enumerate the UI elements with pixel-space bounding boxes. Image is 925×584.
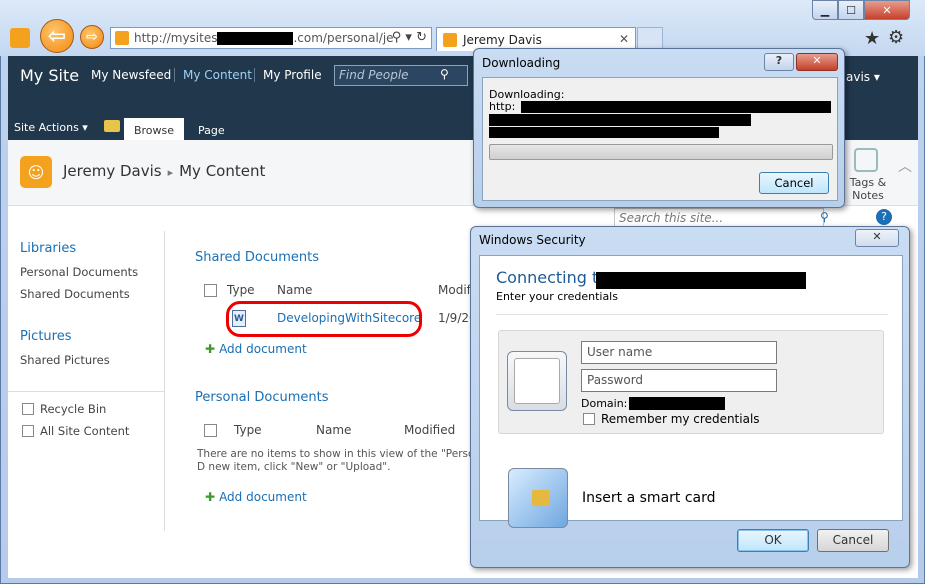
smart-card-label[interactable]: Insert a smart card (582, 490, 716, 506)
add-document-label: Add document (219, 342, 307, 356)
add-document-label: Add document (219, 490, 307, 504)
site-title[interactable]: My Site (20, 66, 79, 85)
breadcrumb-root[interactable]: Jeremy Davis (63, 162, 162, 180)
red-highlight-annotation (226, 301, 422, 337)
redacted-server (596, 272, 806, 289)
address-suffix: .com/personal/je (293, 31, 394, 45)
smart-card-chip-icon (532, 490, 550, 506)
help-button[interactable]: ? (764, 53, 794, 71)
add-document-link-shared[interactable]: ✚ Add document (205, 342, 307, 356)
user-menu[interactable]: avis ▾ (846, 70, 880, 84)
tab-browse[interactable]: Browse (124, 118, 184, 142)
back-button[interactable]: ⇦ (40, 19, 74, 53)
sidebar-item-shared-pictures[interactable]: Shared Pictures (20, 353, 110, 367)
sidebar-pictures-heading[interactable]: Pictures (20, 329, 71, 344)
forward-button[interactable]: ⇨ (80, 25, 104, 49)
credentials-subtitle: Enter your credentials (496, 290, 618, 303)
select-all-checkbox-personal[interactable] (204, 424, 217, 437)
column-modified[interactable]: Modifi (438, 283, 474, 297)
breadcrumb-separator-icon: ▸ (167, 166, 174, 179)
favorites-star-icon[interactable]: ★ (864, 28, 880, 49)
nav-my-content[interactable]: My Content (174, 68, 252, 82)
tags-notes-button[interactable]: Tags & Notes (842, 176, 894, 202)
nav-my-newsfeed[interactable]: My Newsfeed (91, 68, 171, 82)
nav-my-profile[interactable]: My Profile (254, 68, 322, 82)
plus-icon: ✚ (205, 342, 216, 356)
redacted-url (489, 114, 751, 126)
separator (496, 314, 888, 315)
site-search-icon[interactable]: ⚲ (820, 210, 829, 224)
ok-button[interactable]: OK (737, 529, 809, 552)
empty-list-message: There are no items to show in this view … (197, 448, 491, 473)
sidebar-item-all-site-content[interactable]: All Site Content (40, 424, 129, 438)
cancel-button[interactable]: Cancel (817, 529, 889, 552)
downloading-dialog: Downloading ? ✕ Downloading: http: Cance… (473, 48, 845, 208)
navigate-up-icon[interactable] (104, 120, 120, 132)
password-field[interactable]: Password (581, 369, 777, 392)
column-type[interactable]: Type (227, 283, 255, 297)
add-document-link-personal[interactable]: ✚ Add document (205, 490, 307, 504)
dialog-title: Windows Security (479, 233, 586, 247)
close-button[interactable]: ✕ (796, 53, 838, 71)
search-refresh-icons[interactable]: ⚲ ▾ ↻ (392, 30, 427, 45)
tools-gear-icon[interactable]: ⚙ (888, 27, 904, 48)
site-favicon-icon (115, 31, 129, 45)
scroll-up-icon[interactable]: ︿ (898, 156, 912, 176)
sharepoint-app-icon (10, 28, 30, 48)
sidebar-divider (8, 391, 165, 392)
credential-tile[interactable]: User name Password Domain: Remember my c… (498, 330, 884, 434)
recycle-bin-icon (22, 403, 34, 415)
redacted-domain (217, 31, 294, 45)
breadcrumb: Jeremy Davis ▸ My Content (63, 162, 265, 180)
site-actions-menu[interactable]: Site Actions ▾ (14, 121, 88, 134)
dialog-body: Downloading: http: Cancel (482, 77, 838, 201)
windows-security-dialog: Windows Security ✕ Connecting to Enter y… (470, 226, 910, 568)
remember-credentials-label[interactable]: Remember my credentials (601, 412, 760, 426)
window-controls: ▁ ☐ ✕ (812, 0, 920, 20)
maximize-button[interactable]: ☐ (838, 0, 864, 20)
dialog-title: Downloading (482, 56, 561, 70)
select-all-checkbox[interactable] (204, 284, 217, 297)
cancel-button[interactable]: Cancel (759, 172, 829, 194)
minimize-button[interactable]: ▁ (812, 0, 838, 20)
redacted-url (521, 101, 831, 113)
address-bar[interactable]: http://mysites .com/personal/je ⚲ ▾ ↻ (110, 27, 432, 49)
site-search-input[interactable]: Search this site... (614, 208, 824, 228)
dialog-body: Connecting to Enter your credentials Use… (479, 255, 903, 528)
find-people-search-icon[interactable]: ⚲ (440, 67, 449, 81)
help-icon[interactable]: ? (876, 209, 892, 225)
tab-page[interactable]: Page (198, 124, 225, 137)
address-prefix: http://mysites (134, 31, 218, 45)
redacted-url (489, 127, 719, 138)
breadcrumb-current: My Content (179, 162, 266, 180)
mysite-logo-icon: ☺ (20, 156, 52, 188)
user-tile-icon (507, 351, 567, 411)
column-modified-personal[interactable]: Modified (404, 423, 455, 437)
sidebar-item-personal-documents[interactable]: Personal Documents (20, 265, 138, 279)
column-name[interactable]: Name (277, 283, 312, 297)
remember-credentials-checkbox[interactable] (583, 413, 595, 425)
redacted-domain (629, 397, 725, 410)
column-name-personal[interactable]: Name (316, 423, 351, 437)
column-type-personal[interactable]: Type (234, 423, 262, 437)
domain-label: Domain: (581, 397, 628, 410)
sidebar-item-shared-documents[interactable]: Shared Documents (20, 287, 130, 301)
tags-notes-icon[interactable] (854, 148, 878, 172)
sidebar-libraries-heading[interactable]: Libraries (20, 241, 76, 256)
tab-favicon-icon (443, 32, 457, 47)
download-url-prefix: http: (489, 100, 516, 113)
tab-title: Jeremy Davis (463, 32, 542, 47)
plus-icon: ✚ (205, 490, 216, 504)
all-site-content-icon (22, 425, 34, 437)
username-field[interactable]: User name (581, 341, 777, 364)
tab-close-icon[interactable]: ✕ (619, 32, 629, 46)
user-tile-frame (514, 358, 560, 404)
close-button[interactable]: ✕ (855, 229, 899, 247)
close-window-button[interactable]: ✕ (864, 0, 910, 20)
shared-documents-title[interactable]: Shared Documents (195, 250, 319, 265)
sidebar-item-recycle-bin[interactable]: Recycle Bin (40, 402, 106, 416)
download-progress-bar (489, 144, 833, 160)
personal-documents-title[interactable]: Personal Documents (195, 390, 329, 405)
connecting-heading: Connecting to (496, 268, 609, 287)
